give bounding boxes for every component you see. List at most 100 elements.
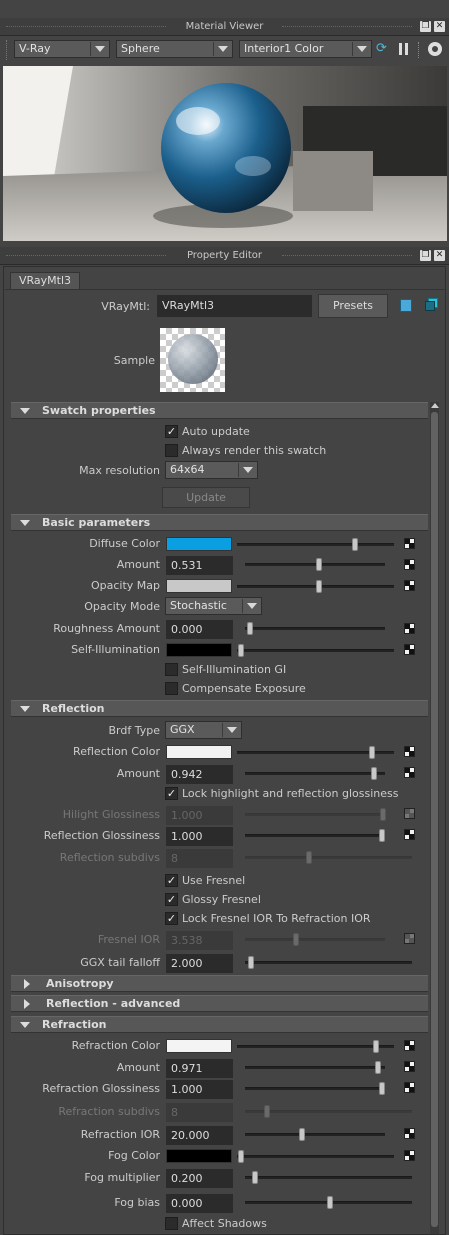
opacity-map-handle[interactable]	[316, 580, 322, 593]
diffuse-color-slider[interactable]	[237, 543, 394, 546]
hilight-glossiness-field[interactable]: 1.000	[166, 806, 233, 825]
scroll-up-icon[interactable]	[430, 402, 439, 410]
refraction-ior-field[interactable]: 20.000	[166, 1126, 233, 1145]
refraction-ior-handle[interactable]	[299, 1128, 305, 1141]
refraction-color-handle[interactable]	[373, 1040, 379, 1053]
refraction-amount-field[interactable]: 0.971	[166, 1059, 233, 1078]
map-checker-icon[interactable]	[404, 933, 415, 944]
reflection-amount-field[interactable]: 0.942	[166, 765, 233, 784]
reflection-subdivs-slider[interactable]	[245, 856, 412, 859]
glossy-fresnel-checkbox[interactable]: ✓	[165, 893, 178, 906]
self-illumination-gi-checkbox[interactable]	[165, 663, 178, 676]
fog-bias-field[interactable]: 0.000	[166, 1194, 233, 1213]
map-checker-icon[interactable]	[404, 1128, 415, 1139]
map-checker-icon[interactable]	[404, 767, 415, 778]
section-refraction[interactable]: Refraction	[11, 1016, 428, 1033]
max-resolution-dropdown[interactable]: 64x64	[165, 461, 258, 479]
sample-swatch[interactable]	[160, 328, 225, 392]
section-basic-parameters[interactable]: Basic parameters	[11, 514, 428, 531]
section-swatch-properties[interactable]: Swatch properties	[11, 402, 428, 419]
affect-shadows-checkbox[interactable]	[165, 1217, 178, 1230]
section-anisotropy[interactable]: Anisotropy	[11, 975, 428, 992]
refraction-glossiness-slider[interactable]	[245, 1087, 385, 1090]
hilight-glossiness-handle[interactable]	[380, 808, 386, 821]
fog-multiplier-handle[interactable]	[252, 1171, 258, 1184]
section-reflection[interactable]: Reflection	[11, 700, 428, 717]
opacity-map-swatch[interactable]	[166, 579, 232, 593]
material-preview[interactable]	[3, 66, 447, 241]
reflection-subdivs-handle[interactable]	[306, 851, 312, 864]
refraction-subdivs-slider[interactable]	[245, 1110, 412, 1113]
presets-button[interactable]: Presets	[318, 294, 388, 318]
brdf-type-dropdown[interactable]: GGX	[165, 721, 242, 739]
environment-dropdown[interactable]: Interior1 Color	[239, 40, 372, 58]
map-checker-icon[interactable]	[404, 644, 415, 655]
map-checker-icon[interactable]	[404, 1061, 415, 1072]
refraction-ior-slider[interactable]	[245, 1133, 385, 1136]
fog-color-slider[interactable]	[237, 1155, 394, 1158]
refraction-subdivs-handle[interactable]	[264, 1105, 270, 1118]
reflection-color-handle[interactable]	[369, 746, 375, 759]
opacity-mode-dropdown[interactable]: Stochastic	[165, 597, 262, 615]
show-hide-icon[interactable]	[425, 298, 438, 311]
amount-field[interactable]: 0.531	[166, 556, 233, 575]
roughness-field[interactable]: 0.000	[166, 620, 233, 639]
float-icon[interactable]: ❐	[420, 250, 431, 261]
auto-update-checkbox[interactable]: ✓	[165, 425, 178, 438]
fog-bias-handle[interactable]	[327, 1196, 333, 1209]
diffuse-color-swatch[interactable]	[166, 537, 232, 551]
always-render-checkbox[interactable]	[165, 444, 178, 457]
fog-multiplier-slider[interactable]	[245, 1176, 412, 1179]
map-checker-icon[interactable]	[404, 808, 415, 819]
fresnel-ior-slider[interactable]	[245, 938, 385, 941]
renderer-dropdown[interactable]: V-Ray	[14, 40, 110, 58]
self-illumination-handle[interactable]	[238, 644, 244, 657]
roughness-handle[interactable]	[247, 622, 253, 635]
float-icon[interactable]: ❐	[420, 21, 431, 32]
diffuse-color-handle[interactable]	[352, 538, 358, 551]
refraction-subdivs-field[interactable]: 8	[166, 1103, 233, 1122]
map-checker-icon[interactable]	[404, 1082, 415, 1093]
fresnel-ior-field[interactable]: 3.538	[166, 931, 233, 950]
ggx-tail-slider[interactable]	[245, 961, 412, 964]
reflection-glossiness-field[interactable]: 1.000	[166, 827, 233, 846]
compensate-exposure-checkbox[interactable]	[165, 682, 178, 695]
fog-multiplier-field[interactable]: 0.200	[166, 1169, 233, 1188]
hilight-glossiness-slider[interactable]	[245, 813, 385, 816]
map-checker-icon[interactable]	[404, 623, 415, 634]
scrollbar-thumb[interactable]	[431, 412, 438, 1227]
fog-color-swatch[interactable]	[166, 1149, 232, 1163]
settings-icon[interactable]	[428, 42, 442, 56]
map-checker-icon[interactable]	[404, 829, 415, 840]
copy-tab-icon[interactable]	[400, 299, 412, 312]
ggx-tail-field[interactable]: 2.000	[166, 954, 233, 973]
reflection-amount-handle[interactable]	[371, 767, 377, 780]
close-icon[interactable]: ✕	[434, 21, 445, 32]
refraction-amount-handle[interactable]	[375, 1061, 381, 1074]
refraction-color-swatch[interactable]	[166, 1039, 232, 1053]
pause-icon[interactable]	[398, 43, 410, 55]
roughness-slider[interactable]	[245, 627, 385, 630]
amount-handle[interactable]	[316, 558, 322, 571]
ggx-tail-handle[interactable]	[248, 956, 254, 969]
update-button[interactable]: Update	[162, 487, 250, 508]
self-illumination-swatch[interactable]	[166, 643, 232, 657]
fog-color-handle[interactable]	[238, 1150, 244, 1163]
refraction-glossiness-handle[interactable]	[379, 1082, 385, 1095]
close-icon[interactable]: ✕	[434, 250, 445, 261]
reflection-glossiness-slider[interactable]	[245, 834, 385, 837]
reflection-amount-slider[interactable]	[245, 772, 385, 775]
shape-dropdown[interactable]: Sphere	[116, 40, 233, 58]
refraction-color-slider[interactable]	[237, 1045, 394, 1048]
map-checker-icon[interactable]	[404, 580, 415, 591]
lock-fresnel-ior-checkbox[interactable]: ✓	[165, 912, 178, 925]
section-reflection-advanced[interactable]: Reflection - advanced	[11, 995, 428, 1012]
lock-highlight-checkbox[interactable]: ✓	[165, 787, 178, 800]
tab-vraymtl3[interactable]: VRayMtl3	[10, 272, 80, 289]
reflection-color-swatch[interactable]	[166, 745, 232, 759]
refraction-amount-slider[interactable]	[245, 1066, 385, 1069]
amount-slider[interactable]	[245, 563, 385, 566]
map-checker-icon[interactable]	[404, 559, 415, 570]
node-name-field[interactable]: VRayMtl3	[157, 295, 312, 317]
map-checker-icon[interactable]	[404, 538, 415, 549]
